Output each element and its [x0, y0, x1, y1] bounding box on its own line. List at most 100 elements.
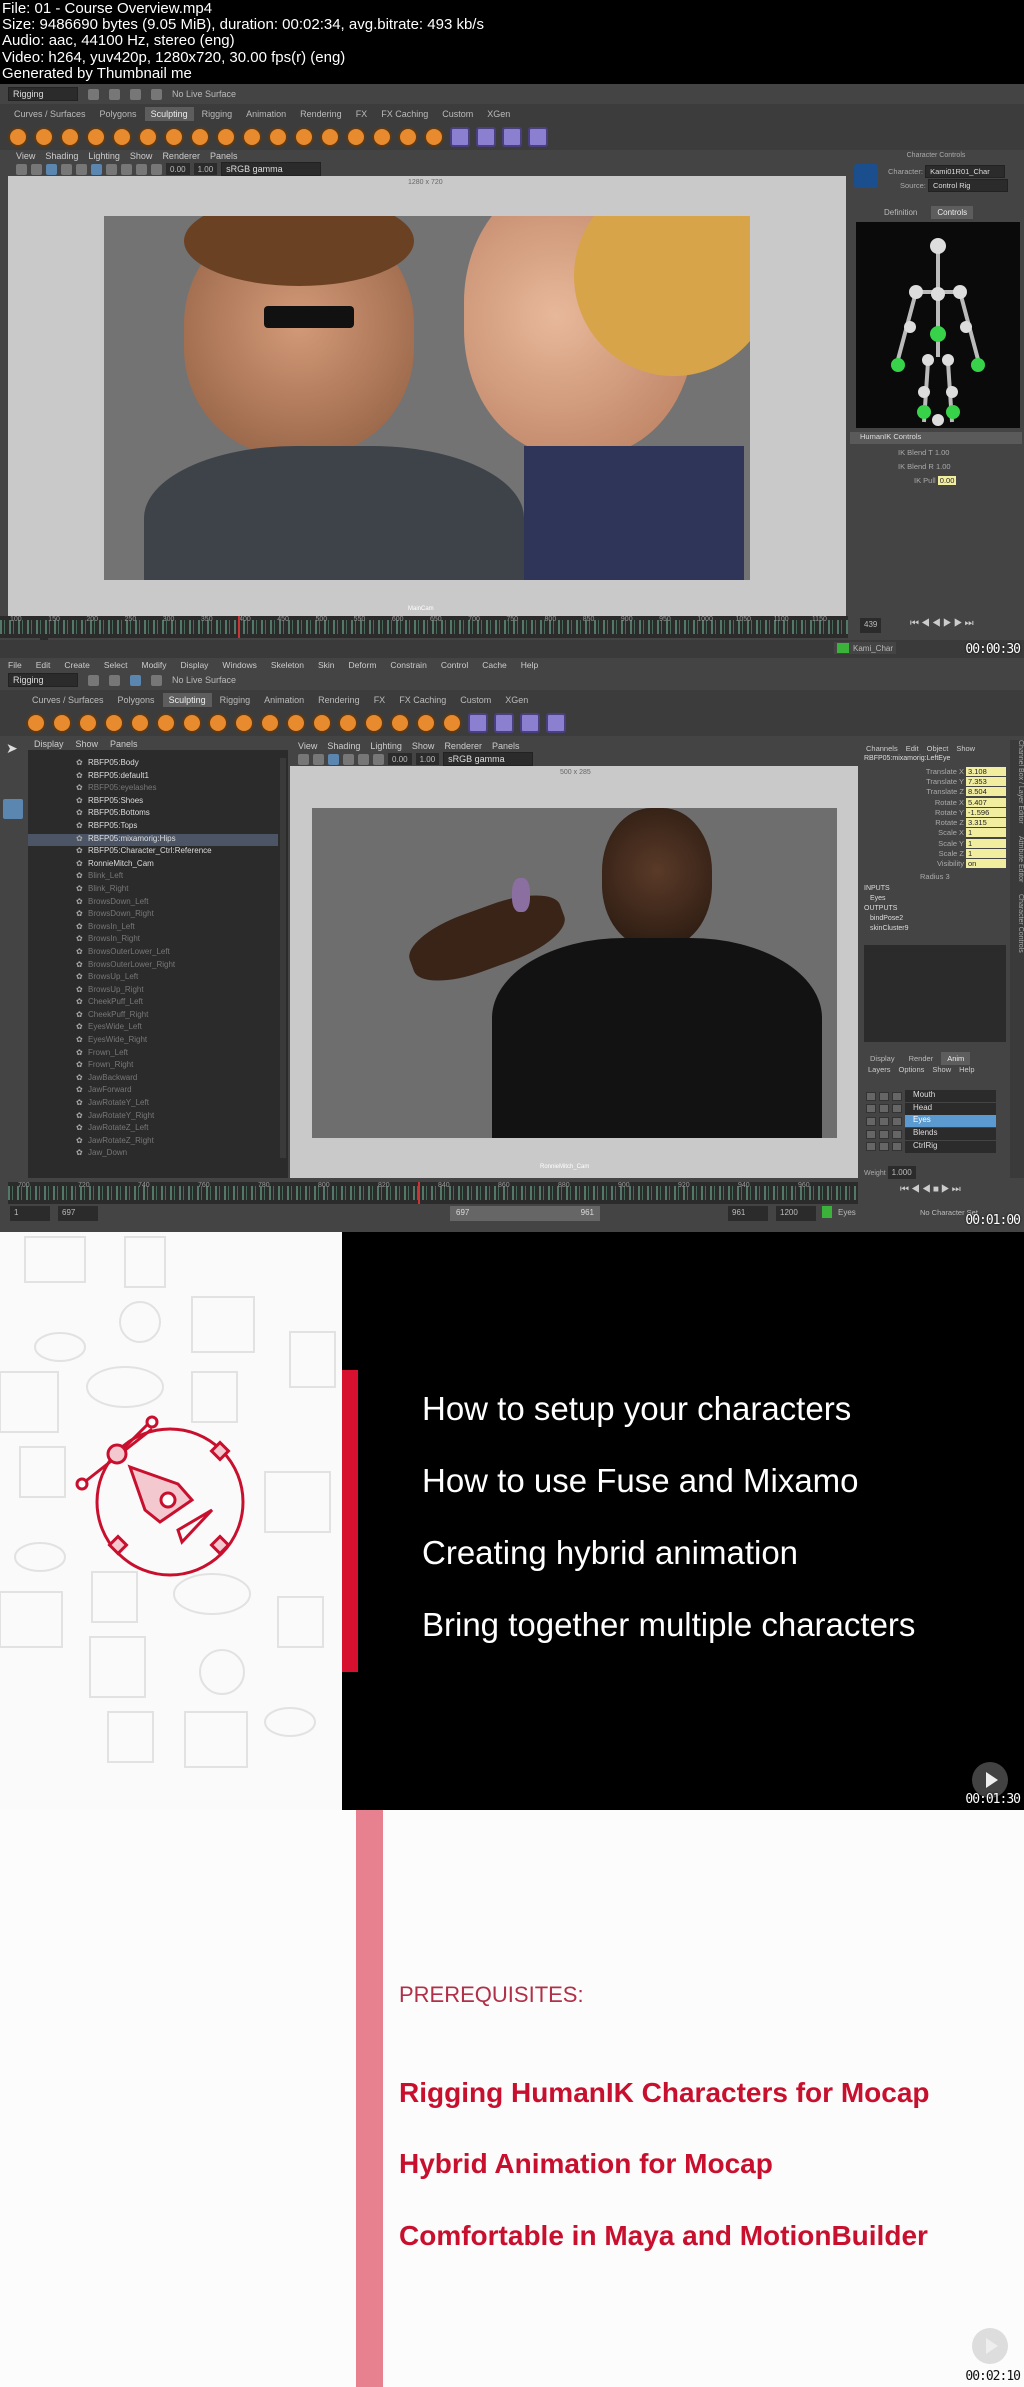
outliner-item[interactable]: Frown_Left [28, 1048, 278, 1061]
layer-toggle-icon[interactable] [892, 1091, 902, 1101]
shelf-tab-curves-surfaces[interactable]: Curves / Surfaces [8, 107, 92, 121]
time-slider-2[interactable]: 700 720 740 760 780 800 820 840 860 880 900 920 940 9… [8, 1182, 858, 1204]
layer-toggle-icon[interactable] [866, 1091, 876, 1101]
channel-value[interactable]: 1 [966, 849, 1006, 859]
channel-menu-edit[interactable]: Edit [906, 744, 919, 753]
layer-toggle-icon[interactable] [892, 1116, 902, 1126]
humanik-figure[interactable] [856, 222, 1020, 428]
sculpt-brush-icon[interactable] [8, 127, 28, 147]
channel-value[interactable]: 1 [966, 838, 1006, 848]
playback-controls[interactable]: ⏮◀◀■▶⏭ [900, 1184, 963, 1195]
channel-value[interactable]: 1 [966, 828, 1006, 838]
channel-value[interactable]: 5.407 [966, 797, 1006, 807]
sculpt-brush-icon[interactable] [294, 127, 314, 147]
outliner-scrollbar[interactable] [280, 758, 286, 1158]
color-space-dropdown[interactable]: sRGB gamma [221, 162, 322, 176]
shelf-tab-custom[interactable]: Custom [454, 693, 497, 707]
outliner-item[interactable]: CheekPuff_Right [28, 1010, 278, 1023]
menu-edit[interactable]: Edit [36, 660, 51, 670]
weight-field[interactable]: 1.000 [887, 1166, 916, 1179]
auto-key-toggle[interactable] [822, 1206, 832, 1218]
viewport-menu-panels[interactable]: Panels [492, 741, 520, 751]
layer-toggle-icon[interactable] [892, 1104, 902, 1114]
character-dropdown[interactable]: Kami01R01_Char [925, 165, 1006, 178]
menu-help[interactable]: Help [521, 660, 538, 670]
sculpt-brush-icon[interactable] [104, 713, 124, 733]
channel-value[interactable]: -1.596 [966, 807, 1006, 817]
play-button-icon[interactable] [972, 2328, 1008, 2364]
humanik-controls-section[interactable]: HumanIK Controls [850, 432, 1022, 444]
viewport-menu-lighting[interactable]: Lighting [88, 151, 120, 161]
sculpt-brush-icon[interactable] [268, 127, 288, 147]
outliner-item[interactable]: BrowsUp_Right [28, 985, 278, 998]
layer-toggle-icon[interactable] [879, 1091, 889, 1101]
humanik-logo-icon[interactable] [854, 164, 878, 188]
sculpt-brush-icon[interactable] [442, 713, 462, 733]
sculpt-brush-icon[interactable] [34, 127, 54, 147]
layer-toggle-icon[interactable] [879, 1142, 889, 1152]
gamma-field[interactable]: 1.00 [415, 753, 440, 765]
layer-toggle-icon[interactable] [866, 1104, 876, 1114]
outliner-item[interactable]: RBFP05:default1 [28, 771, 278, 784]
menu-display[interactable]: Display [181, 660, 209, 670]
shelf-tab-polygons[interactable]: Polygons [112, 693, 161, 707]
render-tool-icon[interactable] [528, 127, 548, 147]
tab-definition[interactable]: Definition [878, 206, 923, 219]
viewport-3d[interactable]: 500 x 285 RonnieMitch_Cam [290, 766, 858, 1178]
exposure-field[interactable]: 0.00 [388, 753, 412, 765]
ik-blend-r-value[interactable]: 1.00 [936, 462, 951, 471]
side-tab-channel-box[interactable]: Channel Box / Layer Editor [1017, 740, 1024, 824]
viewport-3d[interactable]: 1280 x 720 MainCam [8, 176, 846, 616]
viewport-menu-view[interactable]: View [16, 151, 35, 161]
channel-menu-channels[interactable]: Channels [866, 744, 898, 753]
outliner-item[interactable]: BrowsOuterLower_Right [28, 960, 278, 973]
layer-toggle-icon[interactable] [879, 1116, 889, 1126]
channel-value[interactable]: 3.108 [966, 766, 1006, 776]
side-tab-character-controls[interactable]: Character Controls [1017, 894, 1024, 953]
menu-create[interactable]: Create [64, 660, 90, 670]
layer-toggle-icon[interactable] [879, 1104, 889, 1114]
menu-windows[interactable]: Windows [222, 660, 256, 670]
channel-menu-show[interactable]: Show [956, 744, 975, 753]
range-start-field[interactable]: 697 [58, 1206, 98, 1221]
max-end-field[interactable]: 1200 [776, 1206, 816, 1221]
sculpt-brush-icon[interactable] [138, 127, 158, 147]
outliner-item[interactable]: RBFP05:eyelashes [28, 783, 278, 796]
outliner-item[interactable]: JawForward [28, 1085, 278, 1098]
outliner-item[interactable]: EyesWide_Right [28, 1035, 278, 1048]
character-set-field-1[interactable]: Kami_Char [834, 642, 897, 654]
layer-menu-options[interactable]: Options [899, 1065, 925, 1074]
mode-dropdown[interactable]: Rigging [8, 87, 78, 101]
outliner-item[interactable]: JawBackward [28, 1073, 278, 1086]
sculpt-brush-icon[interactable] [216, 127, 236, 147]
sculpt-brush-icon[interactable] [286, 713, 306, 733]
outliner-item[interactable]: EyesWide_Left [28, 1022, 278, 1035]
layer-toggle-icon[interactable] [866, 1116, 876, 1126]
channel-value[interactable]: 3.315 [966, 818, 1006, 828]
color-space-dropdown[interactable]: sRGB gamma [443, 752, 534, 766]
layer-toggle-icon[interactable] [892, 1142, 902, 1152]
tab-controls[interactable]: Controls [931, 206, 974, 219]
exposure-field[interactable]: 0.00 [166, 163, 190, 175]
sculpt-brush-icon[interactable] [190, 127, 210, 147]
radius-value[interactable]: 3 [945, 872, 949, 881]
sculpt-brush-icon[interactable] [320, 127, 340, 147]
outliner-item[interactable]: Blink_Left [28, 871, 278, 884]
anim-layer-field[interactable]: Eyes [838, 1208, 856, 1217]
render-tool-icon[interactable] [494, 713, 514, 733]
outliner-item[interactable]: RBFP05:Bottoms [28, 808, 278, 821]
outliner-item[interactable]: RBFP05:Character_Ctrl:Reference [28, 846, 278, 859]
outliner-item[interactable]: BrowsIn_Right [28, 934, 278, 947]
sculpt-brush-icon[interactable] [78, 713, 98, 733]
shelf-tab-rendering[interactable]: Rendering [294, 107, 348, 121]
sculpt-brush-icon[interactable] [364, 713, 384, 733]
sculpt-brush-icon[interactable] [338, 713, 358, 733]
layer-toggle-icon[interactable] [866, 1129, 876, 1139]
sculpt-brush-icon[interactable] [390, 713, 410, 733]
outliner-item[interactable]: Jaw_Down [28, 1148, 278, 1161]
anim-layer-row[interactable]: Head [866, 1102, 996, 1116]
shelf-tab-custom[interactable]: Custom [436, 107, 479, 121]
shelf-tab-sculpting[interactable]: Sculpting [162, 693, 212, 707]
sculpt-brush-icon[interactable] [346, 127, 366, 147]
move-tool-icon[interactable] [3, 799, 23, 819]
